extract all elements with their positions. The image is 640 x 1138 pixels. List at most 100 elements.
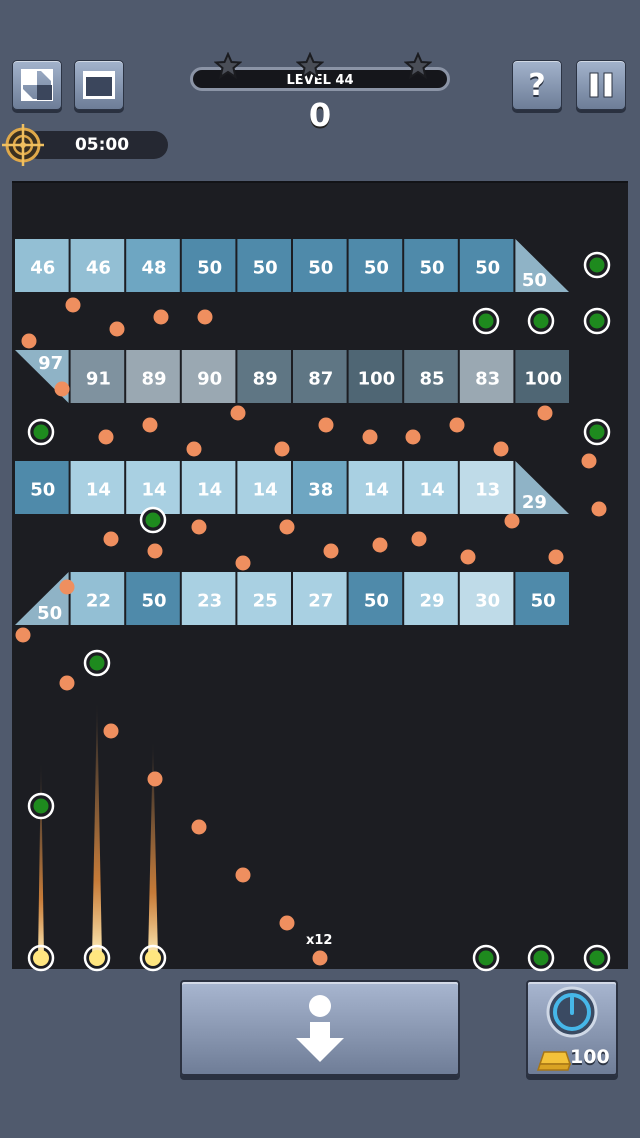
ball-trails <box>38 700 158 958</box>
brick-value: 50 <box>37 603 62 624</box>
ball <box>274 441 290 457</box>
ball <box>362 429 378 445</box>
brick-value: 14 <box>364 480 389 501</box>
brick: 50 <box>15 461 69 514</box>
brick: 100 <box>515 350 569 403</box>
brick-value: 50 <box>364 591 389 612</box>
brick-value: 50 <box>253 258 278 279</box>
ball <box>197 309 213 325</box>
brick-value: 97 <box>38 353 63 374</box>
extra-ball-pickup <box>472 307 500 335</box>
brick-value: 38 <box>308 480 333 501</box>
brick-value: 13 <box>475 480 500 501</box>
brick: 50 <box>459 239 514 292</box>
extra-ball-pickup <box>583 418 611 446</box>
brick: 85 <box>404 350 458 403</box>
drop-down-button[interactable] <box>180 980 460 1076</box>
brick: 46 <box>15 239 69 292</box>
ball <box>230 405 246 421</box>
ball <box>191 519 207 535</box>
brick-value: 89 <box>253 369 278 390</box>
ball <box>279 519 295 535</box>
brick: 38 <box>293 461 347 514</box>
brick: 46 <box>70 239 125 292</box>
ball <box>235 555 251 571</box>
brick-value: 14 <box>253 480 278 501</box>
extra-ball-pickup <box>583 944 611 972</box>
ball <box>147 771 163 787</box>
brick-value: 50 <box>197 258 222 279</box>
brick: 14 <box>181 461 236 514</box>
ball <box>191 819 207 835</box>
ball-trail <box>38 760 44 958</box>
brick-value: 50 <box>475 258 500 279</box>
brick: 23 <box>181 572 236 625</box>
ball <box>581 453 597 469</box>
brick: 14 <box>237 461 291 514</box>
brick: 87 <box>293 350 347 403</box>
ball <box>186 441 202 457</box>
ball <box>504 513 520 529</box>
extra-ball-pickup <box>583 251 611 279</box>
brick: 89 <box>237 350 291 403</box>
brick-value: 46 <box>86 258 111 279</box>
brick: 25 <box>237 572 291 625</box>
arrow-down-icon <box>296 995 344 1062</box>
brick: 29 <box>404 572 458 625</box>
ball <box>279 915 295 931</box>
extra-ball-pickup <box>472 944 500 972</box>
brick: 50 <box>404 239 458 292</box>
brick-value: 46 <box>30 258 55 279</box>
ball <box>153 309 169 325</box>
brick: 50 <box>515 239 569 292</box>
extra-ball-pickup <box>27 792 55 820</box>
brick: 50 <box>348 239 403 292</box>
brick-value: 14 <box>419 480 444 501</box>
ball <box>21 333 37 349</box>
power-cost: 100 <box>570 1046 610 1068</box>
brick: 50 <box>15 572 69 625</box>
brick: 22 <box>70 572 125 625</box>
ball <box>142 417 158 433</box>
brick: 27 <box>293 572 347 625</box>
brick-value: 90 <box>197 369 222 390</box>
gold-bar-icon <box>536 1051 572 1071</box>
brick-value: 50 <box>364 258 389 279</box>
brick: 14 <box>404 461 458 514</box>
brick-value: 50 <box>522 270 547 291</box>
ball <box>460 549 476 565</box>
brick: 91 <box>70 350 125 403</box>
extra-ball-pickup <box>583 307 611 335</box>
ball <box>147 543 163 559</box>
ball <box>65 297 81 313</box>
play-field: 46 46 48 50 50 50 50 50 50 50 97 91 89 90 89 87 100 85 83 1… <box>15 239 611 972</box>
ball <box>493 441 509 457</box>
brick: 50 <box>348 572 403 625</box>
brick-value: 23 <box>197 591 222 612</box>
brick-value: 48 <box>141 258 166 279</box>
brick-value: 100 <box>524 369 562 390</box>
brick-value: 50 <box>141 591 166 612</box>
brick: 14 <box>126 461 180 514</box>
brick-value: 30 <box>475 591 500 612</box>
brick-value: 50 <box>419 258 444 279</box>
brick-value: 87 <box>308 369 333 390</box>
launched-ball <box>145 950 161 966</box>
brick: 90 <box>181 350 236 403</box>
brick: 50 <box>181 239 236 292</box>
brick-value: 100 <box>358 369 396 390</box>
brick-value: 14 <box>86 480 111 501</box>
ball <box>548 549 564 565</box>
brick-value: 29 <box>419 591 444 612</box>
brick: 13 <box>459 461 514 514</box>
ball <box>109 321 125 337</box>
ball <box>312 950 328 966</box>
brick: 50 <box>237 239 291 292</box>
brick-value: 27 <box>308 591 333 612</box>
ball <box>54 381 70 397</box>
ball <box>103 723 119 739</box>
brick: 29 <box>515 461 569 514</box>
brick: 100 <box>348 350 403 403</box>
brick-value: 14 <box>141 480 166 501</box>
extra-ball-pickup <box>527 944 555 972</box>
